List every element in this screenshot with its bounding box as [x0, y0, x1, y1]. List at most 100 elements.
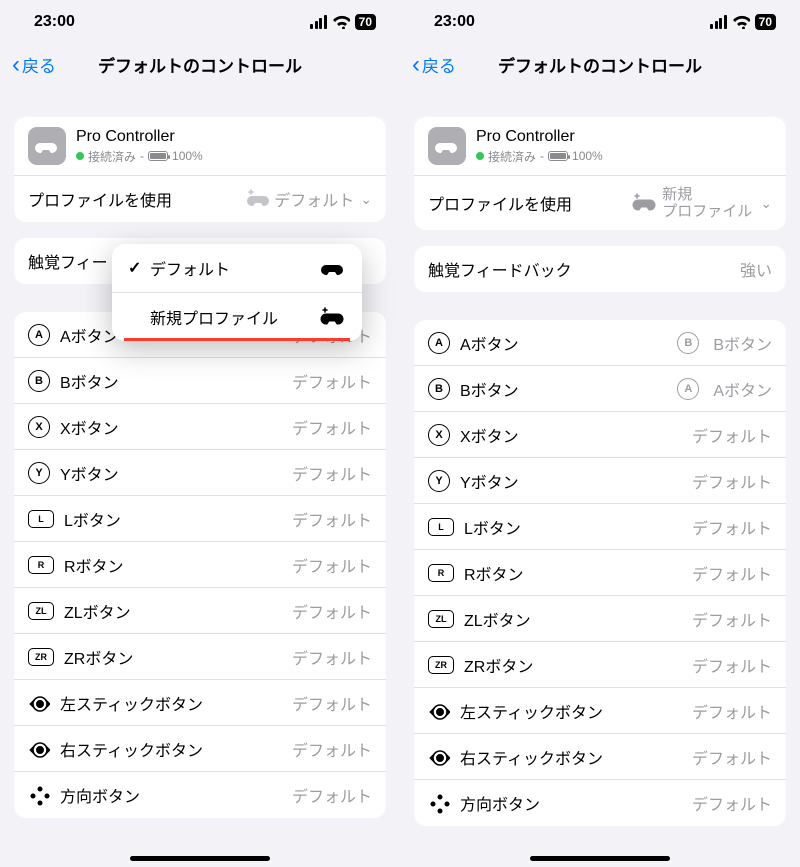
button-mapping-row[interactable]: L Lボタン デフォルト: [414, 504, 786, 550]
screen-right: 23:00 70 ‹ 戻る デフォルトのコントロール Pro Controlle…: [400, 0, 800, 867]
button-mapping-row[interactable]: ZR ZRボタン デフォルト: [414, 642, 786, 688]
controller-name: Pro Controller: [476, 128, 603, 146]
button-mapping-row[interactable]: L Lボタン デフォルト: [14, 496, 386, 542]
profile-row[interactable]: プロファイルを使用 新規 プロファイル ⌄: [414, 176, 786, 230]
button-label: Aボタン: [460, 331, 519, 355]
button-mapping-row[interactable]: 左スティックボタン デフォルト: [14, 680, 386, 726]
button-label: 左スティックボタン: [460, 699, 603, 723]
back-label: 戻る: [422, 52, 456, 77]
haptic-group: 触覚フィードバック 強い: [414, 246, 786, 292]
button-badge-icon: A: [428, 332, 450, 354]
status-dot-icon: [76, 152, 84, 160]
button-badge-icon: ZR: [28, 648, 54, 666]
button-badge-icon: ZR: [428, 656, 454, 674]
button-label: 右スティックボタン: [60, 737, 203, 761]
button-label: Xボタン: [460, 423, 519, 447]
button-label: 方向ボタン: [460, 791, 540, 815]
updown-icon: ⌄: [360, 191, 372, 208]
back-button[interactable]: ‹ 戻る: [12, 52, 56, 77]
gamepad-icon: [320, 258, 346, 278]
button-mapping-row[interactable]: Y Yボタン デフォルト: [14, 450, 386, 496]
button-label: Rボタン: [64, 553, 124, 577]
cellular-icon: [310, 15, 327, 29]
button-label: Lボタン: [64, 507, 121, 531]
button-mapping-row[interactable]: R Rボタン デフォルト: [414, 550, 786, 596]
nav-bar: ‹ 戻る デフォルトのコントロール: [0, 44, 400, 87]
button-mapping-row[interactable]: 方向ボタン デフォルト: [14, 772, 386, 818]
haptic-label: 触覚フィードバック: [428, 257, 572, 281]
battery-icon: 70: [355, 14, 376, 30]
controller-battery: 100%: [572, 149, 603, 163]
page-title: デフォルトのコントロール: [0, 52, 400, 77]
button-label: Bボタン: [60, 369, 119, 393]
button-badge-icon: ZL: [28, 602, 54, 620]
controller-group: Pro Controller 接続済み - 100% プロファイルを使用 デフォ…: [14, 117, 386, 222]
button-mapping-row[interactable]: ZL ZLボタン デフォルト: [14, 588, 386, 634]
button-label: Yボタン: [60, 461, 119, 485]
button-mapping-row[interactable]: ZR ZRボタン デフォルト: [14, 634, 386, 680]
gamepad-plus-icon: [632, 193, 656, 213]
popover-option-default[interactable]: ✓ デフォルト: [112, 244, 362, 293]
button-mapping-row[interactable]: 右スティックボタン デフォルト: [14, 726, 386, 772]
dpad-icon: [28, 784, 50, 806]
dpad-icon: [428, 792, 450, 814]
button-badge-icon: L: [428, 518, 454, 536]
button-mapping-row[interactable]: 方向ボタン デフォルト: [414, 780, 786, 826]
button-label: 右スティックボタン: [460, 745, 603, 769]
updown-icon: ⌄: [760, 195, 772, 212]
home-indicator[interactable]: [530, 856, 670, 861]
stick-icon: [28, 692, 50, 714]
stick-icon: [428, 746, 450, 768]
status-bar: 23:00 70: [0, 0, 400, 44]
controller-name: Pro Controller: [76, 128, 203, 146]
battery-pill-icon: [548, 151, 568, 161]
home-indicator[interactable]: [130, 856, 270, 861]
button-badge-icon: R: [428, 564, 454, 582]
controller-battery: 100%: [172, 149, 203, 163]
button-label: Lボタン: [464, 515, 521, 539]
button-badge-icon: L: [28, 510, 54, 528]
button-label: Bボタン: [460, 377, 519, 401]
controller-header[interactable]: Pro Controller 接続済み - 100%: [414, 117, 786, 176]
button-label: Rボタン: [464, 561, 524, 585]
button-badge-icon: B: [428, 378, 450, 400]
haptic-value: 強い: [740, 257, 772, 281]
battery-icon: 70: [755, 14, 776, 30]
button-badge-icon: Y: [28, 462, 50, 484]
haptic-row[interactable]: 触覚フィードバック 強い: [414, 246, 786, 292]
button-mapping-row[interactable]: B Bボタン AAボタン: [414, 366, 786, 412]
button-label: ZLボタン: [464, 607, 531, 631]
button-mapping-row[interactable]: A Aボタン BBボタン: [414, 320, 786, 366]
button-mapping-row[interactable]: 右スティックボタン デフォルト: [414, 734, 786, 780]
button-mapping-row[interactable]: Y Yボタン デフォルト: [414, 458, 786, 504]
gamepad-icon: [428, 127, 466, 165]
screen-left: 23:00 70 ‹ 戻る デフォルトのコントロール Pro Controlle…: [0, 0, 400, 867]
button-mapping-row[interactable]: ZL ZLボタン デフォルト: [414, 596, 786, 642]
controller-header[interactable]: Pro Controller 接続済み - 100%: [14, 117, 386, 176]
status-time: 23:00: [434, 13, 475, 31]
controller-group: Pro Controller 接続済み - 100% プロファイルを使用 新規: [414, 117, 786, 230]
button-badge-icon: A: [28, 324, 50, 346]
gamepad-icon: [28, 127, 66, 165]
chevron-left-icon: ‹: [12, 53, 20, 77]
button-mapping-row[interactable]: X Xボタン デフォルト: [14, 404, 386, 450]
profile-value: デフォルト: [274, 187, 354, 211]
button-label: 方向ボタン: [60, 783, 140, 807]
button-badge-icon: A: [677, 378, 699, 400]
button-mapping-row[interactable]: 左スティックボタン デフォルト: [414, 688, 786, 734]
back-button[interactable]: ‹ 戻る: [412, 52, 456, 77]
popover-option-new[interactable]: 新規プロファイル: [112, 293, 362, 341]
button-badge-icon: X: [428, 424, 450, 446]
button-mapping-row[interactable]: X Xボタン デフォルト: [414, 412, 786, 458]
profile-label: プロファイルを使用: [28, 187, 172, 211]
button-mapping-row[interactable]: R Rボタン デフォルト: [14, 542, 386, 588]
button-mapping-group: A Aボタン デフォルト B Bボタン デフォルト X Xボタン デフォルト Y…: [14, 312, 386, 818]
button-mapping-row[interactable]: B Bボタン デフォルト: [14, 358, 386, 404]
status-time: 23:00: [34, 13, 75, 31]
profile-row[interactable]: プロファイルを使用 デフォルト ⌄: [14, 176, 386, 222]
status-dot-icon: [476, 152, 484, 160]
back-label: 戻る: [22, 52, 56, 77]
controller-status: 接続済み: [488, 148, 536, 165]
stick-icon: [428, 700, 450, 722]
battery-pill-icon: [148, 151, 168, 161]
